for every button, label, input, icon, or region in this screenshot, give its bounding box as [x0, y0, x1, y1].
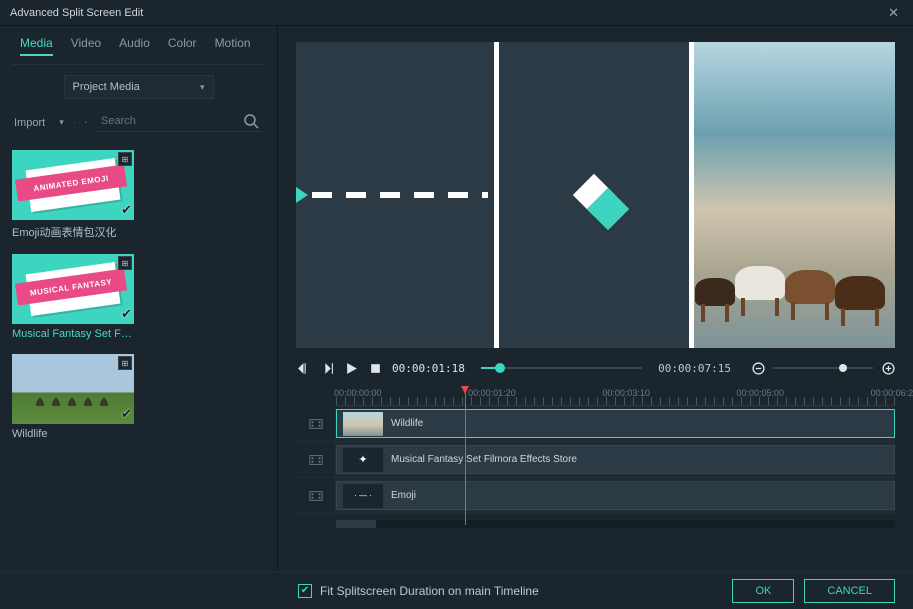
filter-icon[interactable]: [74, 115, 76, 131]
dashed-line-icon: [312, 192, 488, 198]
timeline-clip[interactable]: · — · Emoji: [336, 481, 895, 510]
timeline-scrollbar[interactable]: [336, 520, 895, 528]
media-item[interactable]: MUSICAL FANTASY ⊞ ✔ Musical Fantasy Set …: [12, 254, 134, 340]
search-icon[interactable]: [243, 113, 259, 129]
scrollbar-thumb[interactable]: [336, 520, 376, 528]
preview-pane-2[interactable]: [494, 42, 695, 348]
fit-duration-checkbox[interactable]: ✔: [298, 584, 312, 598]
import-dropdown[interactable]: Import ▾: [14, 117, 64, 129]
preview-pane-1[interactable]: [296, 42, 494, 348]
window-title: Advanced Split Screen Edit: [10, 7, 884, 19]
splitscreen-icon: ⊞: [118, 356, 132, 370]
media-item[interactable]: ⊞ ✔ Wildlife: [12, 354, 134, 440]
seek-knob[interactable]: [495, 363, 505, 373]
clip-label: Emoji: [391, 490, 416, 501]
horse-graphic: [785, 270, 835, 304]
track-type-icon[interactable]: [296, 442, 336, 477]
splitscreen-icon: ⊞: [118, 256, 132, 270]
zoom-out-button[interactable]: [751, 361, 765, 375]
media-thumbnail[interactable]: MUSICAL FANTASY ⊞ ✔: [12, 254, 134, 324]
media-item-label: Wildlife: [12, 424, 134, 440]
clip-thumbnail: [343, 412, 383, 436]
ruler-label: 00:00:06:20: [871, 388, 913, 398]
chevron-down-icon: ▾: [200, 82, 205, 93]
clip-label: Musical Fantasy Set Filmora Effects Stor…: [391, 454, 577, 465]
footer-bar: ✔ Fit Splitscreen Duration on main Timel…: [0, 571, 913, 609]
check-icon: ✔: [121, 202, 132, 218]
project-media-label: Project Media: [73, 81, 140, 93]
playhead[interactable]: [465, 388, 466, 525]
title-bar: Advanced Split Screen Edit ✕: [0, 0, 913, 26]
tab-motion[interactable]: Motion: [215, 36, 251, 56]
zoom-in-button[interactable]: [881, 361, 895, 375]
timeline-track: · — · Emoji: [296, 478, 895, 514]
search-input[interactable]: [101, 115, 243, 127]
fit-duration-label: Fit Splitscreen Duration on main Timelin…: [320, 584, 539, 598]
media-panel: Media Video Audio Color Motion Project M…: [0, 26, 278, 571]
media-item-label: Emoji动画表情包汉化: [12, 220, 134, 240]
triangle-marker-icon: [296, 187, 308, 203]
tab-video[interactable]: Video: [71, 36, 101, 56]
media-thumbnail[interactable]: ⊞ ✔: [12, 354, 134, 424]
media-item[interactable]: ANIMATED EMOJI ⊞ ✔ Emoji动画表情包汉化: [12, 150, 134, 240]
play-button[interactable]: [344, 361, 358, 375]
seek-bar[interactable]: [481, 367, 642, 369]
tab-media[interactable]: Media: [20, 36, 53, 56]
tab-color[interactable]: Color: [168, 36, 197, 56]
duration-time: 00:00:07:15: [658, 362, 731, 375]
timeline-clip[interactable]: Wildlife: [336, 409, 895, 438]
close-icon[interactable]: ✕: [884, 5, 903, 21]
current-time: 00:00:01:18: [392, 362, 465, 375]
prev-frame-button[interactable]: [296, 361, 310, 375]
panel-tabs: Media Video Audio Color Motion: [12, 32, 265, 65]
track-type-icon[interactable]: [296, 406, 336, 441]
grid-view-icon[interactable]: [85, 115, 87, 131]
horse-graphic: [735, 266, 785, 300]
media-thumbnail[interactable]: ANIMATED EMOJI ⊞ ✔: [12, 150, 134, 220]
track-type-icon[interactable]: [296, 478, 336, 513]
check-icon: ✔: [121, 406, 132, 422]
clip-thumbnail: · — ·: [343, 484, 383, 508]
media-list: ANIMATED EMOJI ⊞ ✔ Emoji动画表情包汉化 MUSICAL …: [12, 142, 265, 440]
ruler-label: 00:00:01:20: [468, 388, 516, 398]
ruler-label: 00:00:00:00: [334, 388, 382, 398]
import-label: Import: [14, 117, 45, 129]
clip-thumbnail: ✦: [343, 448, 383, 472]
timeline-track: Wildlife: [296, 406, 895, 442]
ruler-label: 00:00:03:10: [602, 388, 650, 398]
chevron-down-icon: ▾: [59, 117, 64, 128]
ok-button[interactable]: OK: [732, 579, 794, 603]
timeline-track: ✦ Musical Fantasy Set Filmora Effects St…: [296, 442, 895, 478]
preview-area: [278, 26, 913, 352]
stop-button[interactable]: [368, 361, 382, 375]
splitscreen-preview[interactable]: [296, 42, 895, 348]
media-item-label: Musical Fantasy Set Film...: [12, 324, 134, 340]
splitscreen-icon: ⊞: [118, 152, 132, 166]
tab-audio[interactable]: Audio: [119, 36, 150, 56]
ruler-label: 00:00:05:00: [736, 388, 784, 398]
next-frame-button[interactable]: [320, 361, 334, 375]
cancel-button[interactable]: CANCEL: [804, 579, 895, 603]
project-media-dropdown[interactable]: Project Media ▾: [64, 75, 214, 99]
timeline: 00:00:00:00 00:00:01:20 00:00:03:10 00:0…: [278, 384, 913, 571]
horse-graphic: [835, 276, 885, 310]
horse-graphic: [695, 278, 735, 306]
search-field[interactable]: [97, 113, 263, 132]
check-icon: ✔: [121, 306, 132, 322]
logo-diamond-icon: [579, 180, 609, 210]
clip-label: Wildlife: [391, 418, 423, 429]
zoom-slider[interactable]: [773, 367, 873, 369]
playback-controls: 00:00:01:18 00:00:07:15: [278, 352, 913, 384]
timeline-clip[interactable]: ✦ Musical Fantasy Set Filmora Effects St…: [336, 445, 895, 474]
zoom-knob[interactable]: [839, 364, 847, 372]
preview-pane-3[interactable]: [694, 42, 895, 348]
timeline-ruler[interactable]: 00:00:00:00 00:00:01:20 00:00:03:10 00:0…: [336, 388, 895, 406]
